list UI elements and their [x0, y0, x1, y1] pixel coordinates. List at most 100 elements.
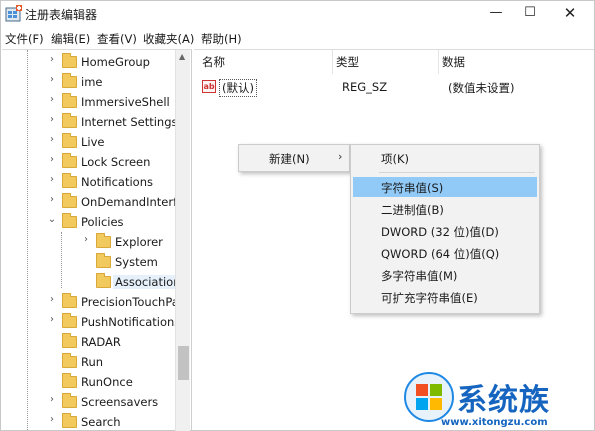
column-header-data[interactable]: 数据	[442, 54, 465, 70]
menu-item-label: 项(K)	[381, 152, 410, 166]
maximize-button[interactable]: ☐	[513, 1, 547, 25]
tree-scrollbar[interactable]: ▲	[175, 50, 190, 431]
expand-arrow-icon[interactable]: ›	[47, 294, 57, 305]
collapse-arrow-icon[interactable]: ⌄	[47, 214, 57, 225]
expand-arrow-icon[interactable]: ›	[47, 134, 57, 145]
tree-item[interactable]: › HomeGroup	[2, 52, 177, 72]
expand-arrow-icon[interactable]: ›	[47, 114, 57, 125]
expand-arrow-icon[interactable]: ›	[47, 314, 57, 325]
menu-edit[interactable]: 编辑(E)	[51, 31, 90, 47]
menu-view[interactable]: 查看(V)	[97, 31, 137, 47]
tree-item[interactable]: › ime	[2, 72, 177, 92]
string-value-icon: ab	[202, 80, 216, 93]
tree-item[interactable]: RunOnce	[2, 372, 177, 392]
tree-item[interactable]: Associations	[2, 272, 189, 292]
scroll-up-arrow-icon[interactable]: ▲	[179, 52, 185, 61]
expand-arrow-icon[interactable]: ›	[47, 414, 57, 425]
column-divider[interactable]	[332, 50, 333, 74]
menu-file[interactable]: 文件(F)	[5, 31, 44, 47]
registry-editor-icon	[5, 5, 22, 22]
folder-icon	[62, 373, 77, 388]
expand-arrow-icon[interactable]: ›	[47, 74, 57, 85]
menu-item-label: QWORD (64 位)值(Q)	[381, 247, 500, 261]
expand-arrow-icon[interactable]: ›	[47, 194, 57, 205]
tree-item[interactable]: Run	[2, 352, 177, 372]
expand-arrow-icon[interactable]: ›	[47, 94, 57, 105]
close-button[interactable]: ✕	[553, 1, 587, 25]
folder-icon	[62, 213, 77, 228]
tree-item[interactable]: › Internet Settings	[2, 112, 178, 132]
value-name: (默认)	[219, 79, 257, 97]
menu-item-label: 字符串值(S)	[381, 181, 444, 195]
new-submenu: 项(K) 字符串值(S) 二进制值(B) DWORD (32 位)值(D) QW…	[350, 144, 540, 314]
tree-item-label: Search	[81, 415, 121, 429]
menu-favorites[interactable]: 收藏夹(A)	[143, 31, 194, 47]
column-header-type[interactable]: 类型	[336, 54, 359, 70]
menu-item-new[interactable]: 新建(N)	[269, 151, 310, 167]
tree-item[interactable]: ⌄ Policies	[2, 212, 177, 232]
expand-arrow-icon[interactable]: ›	[81, 234, 91, 245]
tree-item-label: RADAR	[81, 335, 121, 349]
window-title: 注册表编辑器	[25, 8, 98, 22]
watermark-logo-icon	[404, 372, 454, 422]
folder-icon	[62, 173, 77, 188]
menu-separator	[379, 172, 535, 173]
tree-item[interactable]: › Lock Screen	[2, 152, 177, 172]
value-row[interactable]: ab (默认) REG_SZ (数值未设置)	[200, 78, 590, 97]
folder-icon	[62, 73, 77, 88]
tree-item[interactable]: › Live	[2, 132, 177, 152]
expand-arrow-icon[interactable]: ›	[47, 154, 57, 165]
registry-key-tree[interactable]: › HomeGroup › ime › ImmersiveShell › Internet S…	[2, 49, 192, 431]
tree-item-label: HomeGroup	[81, 55, 150, 69]
folder-icon	[62, 313, 77, 328]
tree-item-label: Screensavers	[81, 395, 159, 409]
scroll-thumb[interactable]	[178, 346, 189, 380]
folder-icon	[62, 333, 77, 348]
menu-item-dword-value[interactable]: DWORD (32 位)值(D)	[353, 221, 537, 241]
folder-icon	[62, 93, 77, 108]
tree-item-label: Policies	[81, 215, 124, 229]
value-type: REG_SZ	[342, 80, 388, 94]
tree-item[interactable]: RADAR	[2, 332, 177, 352]
menu-item-multi-string-value[interactable]: 多字符串值(M)	[353, 265, 537, 285]
watermark-text: 系统族	[457, 383, 550, 418]
menu-help[interactable]: 帮助(H)	[201, 31, 242, 47]
menu-item-label: 二进制值(B)	[381, 203, 444, 217]
submenu-arrow-icon: ›	[338, 150, 343, 163]
tree-item[interactable]: › Notifications	[2, 172, 177, 192]
expand-arrow-icon[interactable]: ›	[47, 394, 57, 405]
expand-arrow-icon[interactable]: ›	[47, 54, 57, 65]
folder-icon	[62, 353, 77, 368]
menu-item-qword-value[interactable]: QWORD (64 位)值(Q)	[353, 243, 537, 263]
tree-item-label: System	[115, 255, 158, 269]
menu-item-binary-value[interactable]: 二进制值(B)	[353, 199, 537, 219]
folder-icon	[96, 253, 111, 268]
tree-item-label: PushNotifications	[81, 315, 181, 329]
tree-item[interactable]: › Screensavers	[2, 392, 177, 412]
tree-item[interactable]: System	[2, 252, 177, 272]
menu-item-expandable-string-value[interactable]: 可扩充字符串值(E)	[353, 287, 537, 307]
tree-item-label: RunOnce	[81, 375, 133, 389]
value-data: (数值未设置)	[448, 81, 515, 95]
registry-editor-window: 注册表编辑器 — ☐ ✕ 文件(F) 编辑(E) 查看(V) 收藏夹(A) 帮助…	[0, 0, 595, 431]
folder-icon	[62, 393, 77, 408]
tree-item[interactable]: › ImmersiveShell	[2, 92, 177, 112]
column-header-name[interactable]: 名称	[202, 54, 225, 70]
tree-item[interactable]: › OnDemandInterfac	[2, 192, 191, 212]
tree-item[interactable]: › PrecisionTouchPac	[2, 292, 185, 312]
tree-item[interactable]: › Explorer	[2, 232, 177, 252]
menu-item-label: 可扩充字符串值(E)	[381, 291, 478, 305]
tree-item-label: ImmersiveShell	[81, 95, 170, 109]
context-menu: 新建(N) ›	[238, 144, 350, 172]
menu-item-string-value[interactable]: 字符串值(S)	[353, 177, 537, 197]
tree-item[interactable]: › Search	[2, 412, 177, 431]
tree-item[interactable]: › PushNotifications	[2, 312, 180, 332]
tree-item-label: ime	[81, 75, 103, 89]
menu-item-key[interactable]: 项(K)	[353, 148, 537, 168]
minimize-button[interactable]: —	[479, 1, 513, 25]
folder-icon	[62, 133, 77, 148]
expand-arrow-icon[interactable]: ›	[47, 174, 57, 185]
folder-icon	[62, 153, 77, 168]
column-divider[interactable]	[438, 50, 439, 74]
menu-item-label: 多字符串值(M)	[381, 269, 458, 283]
